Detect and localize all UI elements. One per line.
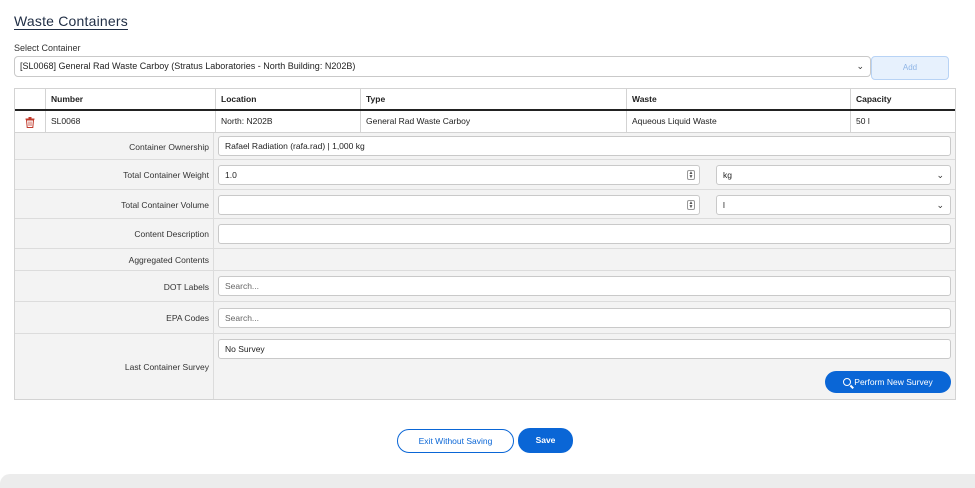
content-label: Content Description — [134, 229, 209, 239]
ownership-label: Container Ownership — [129, 142, 209, 152]
content-row: Content Description — [15, 219, 955, 249]
aggregated-row: Aggregated Contents — [15, 249, 955, 271]
last-survey-field: No Survey — [218, 339, 951, 359]
volume-unit-select[interactable]: l ⌄ — [716, 195, 951, 215]
perform-new-survey-label: Perform New Survey — [854, 377, 933, 387]
chevron-down-icon: ⌄ — [936, 200, 944, 210]
spinner-icon[interactable]: ▲ ▼ — [687, 200, 695, 210]
search-icon — [843, 378, 852, 386]
weight-row: Total Container Weight 1.0 ▲ ▼ kg ⌄ — [15, 160, 955, 190]
save-button[interactable]: Save — [518, 428, 573, 453]
ownership-field[interactable]: Rafael Radiation (rafa.rad) | 1,000 kg — [218, 136, 951, 156]
weight-unit-select[interactable]: kg ⌄ — [716, 165, 951, 185]
table-row: SL0068 North: N202B General Rad Waste Ca… — [15, 111, 955, 133]
dot-label: DOT Labels — [163, 282, 209, 292]
epa-codes-search[interactable]: Search... — [218, 308, 951, 328]
aggregated-label: Aggregated Contents — [128, 255, 209, 265]
volume-row: Total Container Volume ▲ ▼ l ⌄ — [15, 190, 955, 219]
column-header-type: Type — [360, 89, 626, 109]
cell-location: North: N202B — [215, 111, 360, 132]
select-container-label: Select Container — [14, 43, 81, 53]
epa-row: EPA Codes Search... — [15, 302, 955, 334]
cell-waste: Aqueous Liquid Waste — [626, 111, 850, 132]
content-description-input[interactable] — [218, 224, 951, 244]
chevron-down-icon: ⌄ — [856, 61, 864, 71]
cell-type: General Rad Waste Carboy — [360, 111, 626, 132]
add-button[interactable]: Add — [871, 56, 949, 80]
volume-unit-value: l — [723, 200, 725, 210]
column-header-waste: Waste — [626, 89, 850, 109]
container-select[interactable]: [SL0068] General Rad Waste Carboy (Strat… — [14, 56, 871, 77]
exit-without-saving-button[interactable]: Exit Without Saving — [397, 429, 514, 453]
table-header: Number Location Type Waste Capacity — [15, 89, 955, 111]
volume-label: Total Container Volume — [121, 200, 209, 210]
weight-value: 1.0 — [225, 170, 237, 180]
container-select-value: [SL0068] General Rad Waste Carboy (Strat… — [20, 61, 356, 71]
epa-label: EPA Codes — [166, 313, 209, 323]
column-header-location: Location — [215, 89, 360, 109]
chevron-down-icon: ⌄ — [936, 170, 944, 180]
cell-capacity: 50 l — [850, 111, 955, 132]
survey-row: Last Container Survey No Survey Perform … — [15, 334, 955, 399]
containers-table: Number Location Type Waste Capacity SL00… — [14, 88, 956, 400]
page-title: Waste Containers — [14, 13, 128, 29]
column-header-number: Number — [45, 89, 215, 109]
weight-label: Total Container Weight — [123, 170, 209, 180]
weight-input[interactable]: 1.0 ▲ ▼ — [218, 165, 700, 185]
survey-label: Last Container Survey — [124, 362, 209, 372]
trash-icon[interactable] — [25, 117, 35, 128]
spinner-icon[interactable]: ▲ ▼ — [687, 170, 695, 180]
cell-number: SL0068 — [45, 111, 215, 132]
perform-new-survey-button[interactable]: Perform New Survey — [825, 371, 951, 393]
volume-input[interactable]: ▲ ▼ — [218, 195, 700, 215]
dot-labels-search[interactable]: Search... — [218, 276, 951, 296]
footer-band — [0, 474, 975, 488]
weight-unit-value: kg — [723, 170, 732, 180]
ownership-row: Container Ownership Rafael Radiation (ra… — [15, 133, 955, 160]
dot-row: DOT Labels Search... — [15, 271, 955, 302]
column-header-capacity: Capacity — [850, 89, 955, 109]
